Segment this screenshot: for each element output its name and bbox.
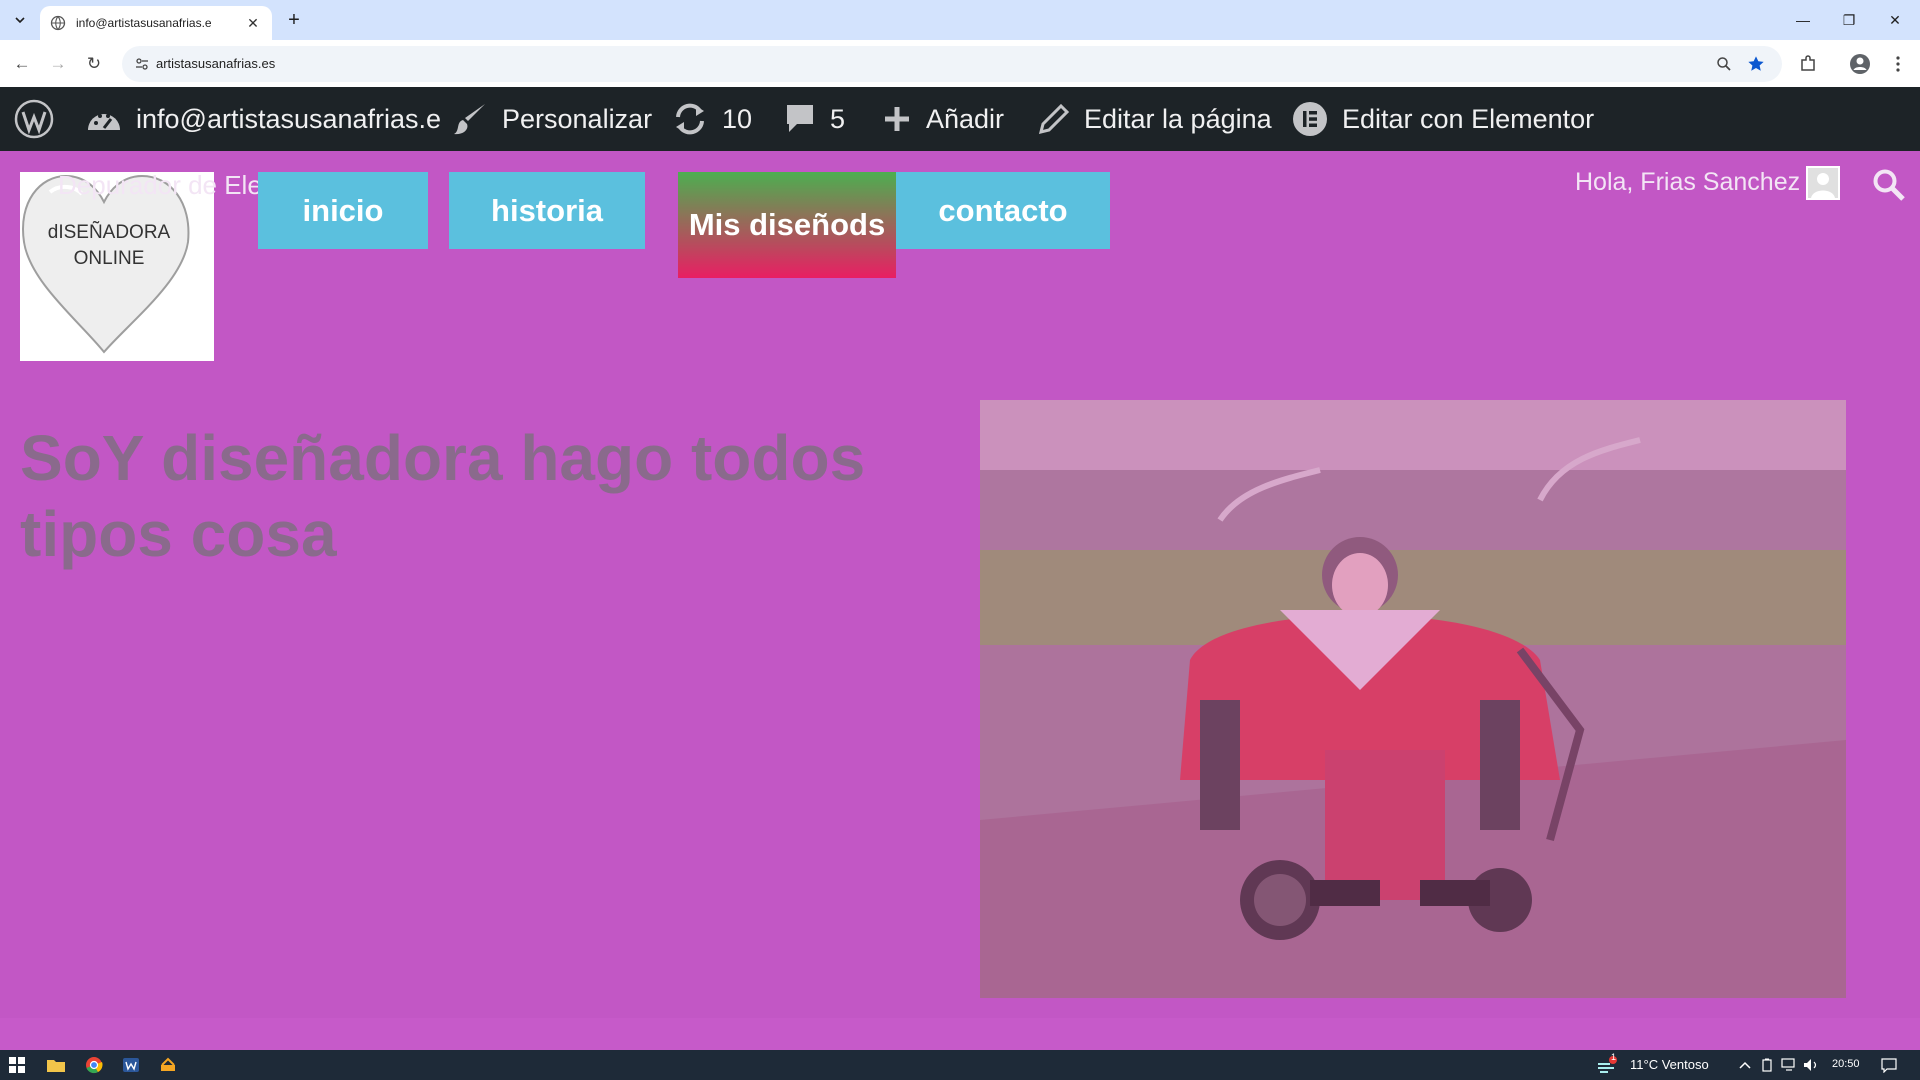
search-icon[interactable] bbox=[1872, 168, 1906, 202]
url-text: artistasusanafrias.es bbox=[156, 56, 276, 71]
tab-title: info@artistasusanafrias.e bbox=[76, 16, 212, 30]
notifications-icon[interactable] bbox=[1878, 1055, 1900, 1075]
menu-inicio[interactable]: inicio bbox=[258, 172, 428, 249]
page-heading: SoY diseñadora hago todos tipos cosa bbox=[20, 422, 866, 570]
edit-page-label: Editar la página bbox=[1084, 103, 1272, 134]
comment-icon bbox=[787, 105, 813, 132]
updates-icon bbox=[676, 103, 704, 135]
adminbar-customize[interactable]: Personalizar bbox=[452, 87, 652, 151]
windows-start-icon[interactable] bbox=[6, 1055, 28, 1075]
weather-notification-badge: 1 bbox=[1611, 1052, 1617, 1062]
menu-contacto[interactable]: contacto bbox=[896, 172, 1110, 249]
adminbar-edit-elementor[interactable]: Editar con Elementor bbox=[1292, 87, 1594, 151]
close-window-icon[interactable]: ✕ bbox=[1872, 0, 1918, 40]
taskbar: 1 11°C Ventoso 20:50 bbox=[0, 1050, 1920, 1080]
comments-count: 5 bbox=[830, 103, 846, 134]
file-explorer-icon[interactable] bbox=[45, 1055, 67, 1075]
weather-text[interactable]: 11°C Ventoso bbox=[1630, 1057, 1709, 1072]
tab-close-icon[interactable]: ✕ bbox=[244, 15, 262, 32]
zoom-icon[interactable] bbox=[1714, 54, 1734, 74]
extensions-icon[interactable] bbox=[1796, 52, 1820, 76]
browser-menu-icon[interactable] bbox=[1886, 52, 1910, 76]
add-new-label: Añadir bbox=[926, 103, 1005, 134]
volume-icon[interactable] bbox=[1800, 1055, 1822, 1075]
forward-icon[interactable]: → bbox=[44, 50, 72, 78]
chrome-icon[interactable] bbox=[83, 1055, 105, 1075]
menu-mis-disenos[interactable]: Mis diseñods bbox=[678, 172, 896, 278]
minimize-icon[interactable]: — bbox=[1780, 0, 1826, 40]
word-icon[interactable] bbox=[120, 1055, 142, 1075]
tab-search-chevron-icon[interactable] bbox=[8, 8, 32, 32]
plus-icon bbox=[885, 107, 909, 131]
adminbar-comments[interactable]: 5 bbox=[784, 87, 845, 151]
reload-icon[interactable]: ↻ bbox=[80, 50, 108, 78]
wordpress-logo-icon[interactable] bbox=[14, 87, 68, 151]
back-icon[interactable]: ← bbox=[8, 50, 36, 78]
edit-elementor-label: Editar con Elementor bbox=[1342, 103, 1595, 134]
user-avatar[interactable] bbox=[1806, 166, 1840, 200]
adminbar-site-name[interactable]: info@artistasusanafrias.e bbox=[86, 87, 441, 151]
elementor-icon bbox=[1293, 102, 1327, 136]
wp-admin-bar: info@artistasusanafrias.e Personalizar 1… bbox=[0, 87, 1920, 151]
paintbrush-icon bbox=[454, 104, 485, 135]
pencil-icon bbox=[1038, 103, 1070, 135]
updates-count: 10 bbox=[722, 103, 753, 134]
chevron-up-icon[interactable] bbox=[1734, 1055, 1756, 1075]
browser-tab[interactable]: info@artistasusanafrias.e ✕ bbox=[40, 6, 272, 40]
clock-time[interactable]: 20:50 bbox=[1832, 1058, 1860, 1070]
battery-icon[interactable] bbox=[1756, 1055, 1778, 1075]
restore-icon[interactable]: ❐ bbox=[1826, 0, 1872, 40]
globe-icon bbox=[50, 15, 66, 31]
footer-band bbox=[0, 1018, 1920, 1050]
menu-historia[interactable]: historia bbox=[449, 172, 645, 249]
dashboard-icon bbox=[88, 114, 120, 130]
adminbar-edit-page[interactable]: Editar la página bbox=[1038, 87, 1272, 151]
bookmark-star-icon[interactable] bbox=[1746, 54, 1766, 74]
new-tab-icon[interactable]: + bbox=[282, 8, 306, 32]
customize-label: Personalizar bbox=[502, 103, 653, 134]
site-name-label: info@artistasusanafrias.e bbox=[136, 103, 442, 134]
network-icon[interactable] bbox=[1778, 1055, 1800, 1075]
profile-avatar-icon[interactable] bbox=[1848, 52, 1872, 76]
site-info-icon[interactable] bbox=[134, 56, 150, 72]
logo-text: dISEÑADORA ONLINE bbox=[47, 222, 171, 269]
tab-strip: info@artistasusanafrias.e ✕ + — ❐ ✕ bbox=[0, 0, 1920, 40]
app-pinned-icon[interactable] bbox=[157, 1055, 179, 1075]
adminbar-add-new[interactable]: Añadir bbox=[882, 87, 1004, 151]
adminbar-updates[interactable]: 10 bbox=[672, 87, 752, 151]
profile-photo bbox=[980, 400, 1846, 998]
user-greeting[interactable]: Hola, Frias Sanchez bbox=[1575, 168, 1800, 197]
address-bar[interactable]: artistasusanafrias.es bbox=[122, 46, 1782, 82]
browser-toolbar: ← → ↻ artistasusanafrias.es bbox=[0, 40, 1920, 87]
